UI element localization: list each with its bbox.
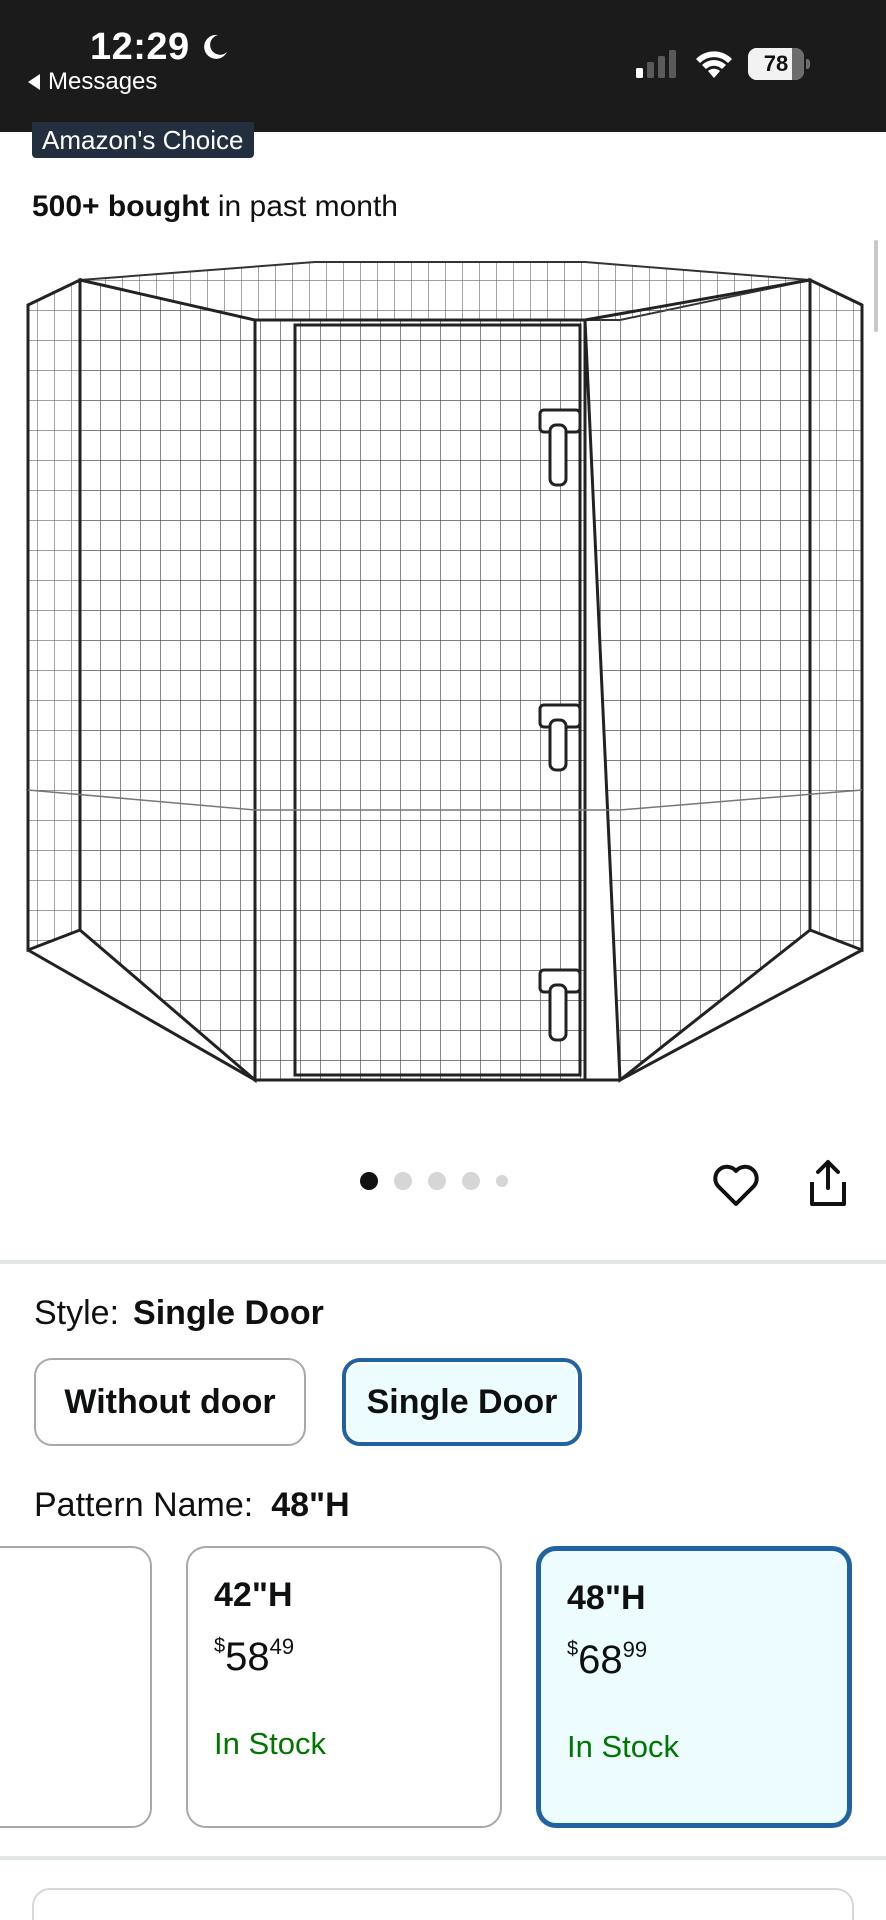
carousel-dot[interactable] xyxy=(496,1175,508,1187)
status-bar: 12:29 Messages 78 xyxy=(0,0,886,132)
section-divider xyxy=(0,1856,886,1860)
style-option-label: Without door xyxy=(64,1382,276,1421)
pattern-option-title: 42"H xyxy=(214,1576,293,1614)
price-dollars: 68 xyxy=(578,1638,623,1682)
pattern-option-price: $5849 xyxy=(214,1634,294,1680)
style-label: Style: xyxy=(34,1294,120,1332)
section-divider xyxy=(0,1260,886,1264)
style-label-row: Style: Single Door xyxy=(34,1294,324,1333)
price-cents: 99 xyxy=(622,1637,648,1662)
bought-count: 500+ bought in past month xyxy=(32,190,398,224)
pattern-option-card-partial[interactable] xyxy=(0,1546,152,1828)
wishlist-heart-icon[interactable] xyxy=(712,1162,760,1208)
bought-count-rest: in past month xyxy=(209,190,398,223)
pattern-option-stock: In Stock xyxy=(214,1726,326,1761)
price-cents: 49 xyxy=(269,1634,295,1659)
pattern-option-title: 48"H xyxy=(567,1579,646,1617)
clock: 12:29 xyxy=(90,26,190,68)
carousel-dot[interactable] xyxy=(462,1172,480,1190)
price-currency: $ xyxy=(567,1638,579,1660)
carousel-dot[interactable] xyxy=(394,1172,412,1190)
price-dollars: 58 xyxy=(225,1635,270,1679)
share-icon[interactable] xyxy=(806,1158,850,1208)
pattern-option-42h[interactable]: 42"H $5849 In Stock xyxy=(186,1546,502,1828)
next-section-card xyxy=(32,1888,854,1920)
pattern-option-price: $6899 xyxy=(567,1637,647,1683)
pattern-label-row: Pattern Name: 48"H xyxy=(34,1486,350,1525)
wifi-icon xyxy=(696,51,732,78)
style-option-without-door[interactable]: Without door xyxy=(34,1358,306,1446)
amazons-choice-badge: Amazon's Choice xyxy=(32,122,254,158)
pattern-selected-value: 48"H xyxy=(271,1486,350,1524)
back-app-label: Messages xyxy=(48,68,158,95)
product-image[interactable] xyxy=(20,250,870,1100)
price-currency: $ xyxy=(214,1635,226,1657)
back-to-messages[interactable]: Messages xyxy=(28,68,157,96)
scroll-indicator xyxy=(874,240,878,332)
battery-level: 78 xyxy=(763,51,789,76)
moon-icon xyxy=(204,34,227,59)
carousel-dot[interactable] xyxy=(428,1172,446,1190)
pattern-option-stock: In Stock xyxy=(567,1729,679,1764)
image-carousel-dots[interactable] xyxy=(360,1172,508,1190)
battery-icon: 78 xyxy=(748,48,810,80)
signal-icon xyxy=(636,50,676,78)
style-option-single-door[interactable]: Single Door xyxy=(342,1358,582,1446)
style-selected-value: Single Door xyxy=(133,1294,324,1332)
pattern-option-48h[interactable]: 48"H $6899 In Stock xyxy=(536,1546,852,1828)
back-arrow-icon xyxy=(28,74,40,90)
bought-count-bold: 500+ bought xyxy=(32,190,210,223)
style-option-label: Single Door xyxy=(366,1382,558,1421)
pattern-label: Pattern Name: xyxy=(34,1486,254,1524)
carousel-dot[interactable] xyxy=(360,1172,378,1190)
